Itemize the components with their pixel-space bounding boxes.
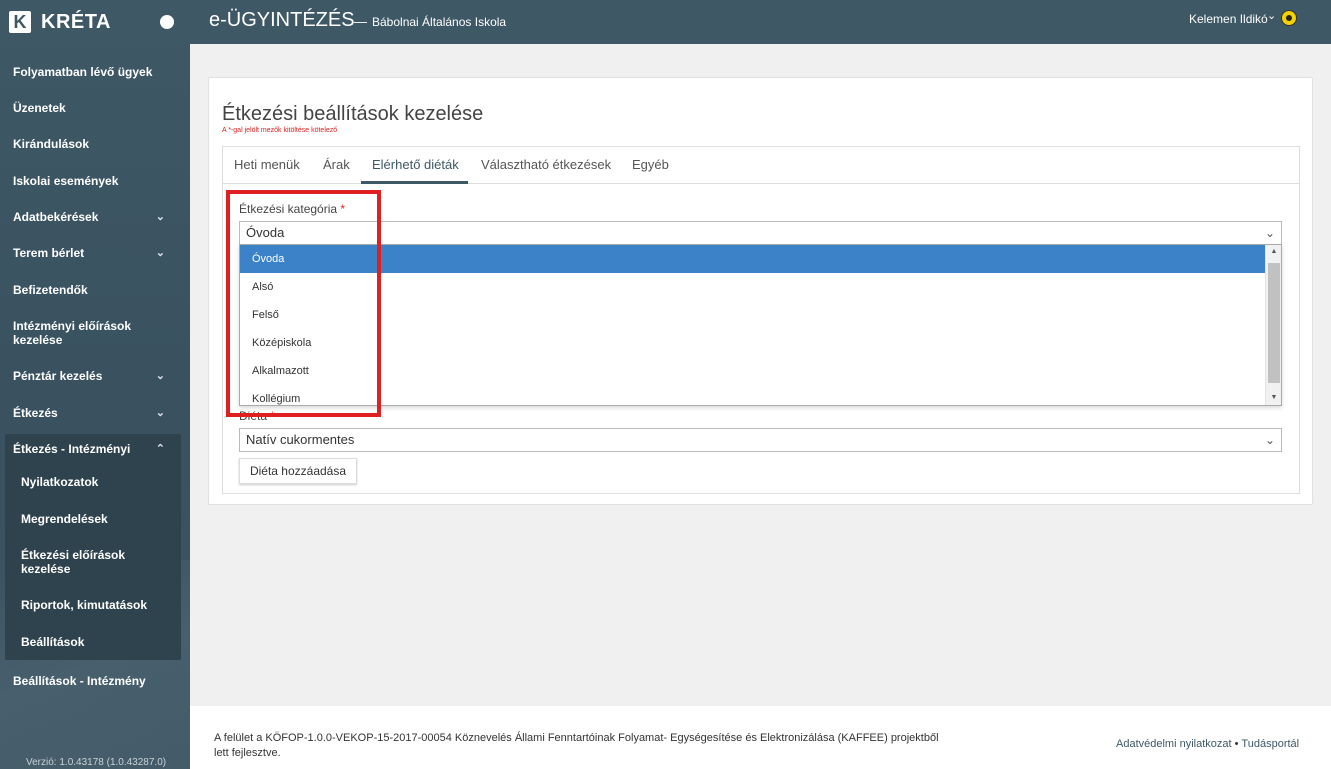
diet-select[interactable]: Natív cukormentes ⌄: [239, 428, 1282, 452]
scrollbar-thumb[interactable]: [1268, 263, 1280, 383]
sidebar-item-label: Pénztár kezelés: [13, 369, 103, 383]
chevron-down-icon: ⌄: [155, 407, 165, 419]
sidebar-item-iskolai-esemenyek[interactable]: Iskolai események: [13, 174, 173, 188]
diet-select-value: Natív cukormentes: [246, 432, 355, 447]
sidebar-item-befizetendok[interactable]: Befizetendők: [13, 283, 173, 297]
sidebar-item-beallitasok-intezmeny[interactable]: Beállítások - Intézmény: [13, 674, 173, 688]
sidebar-item-penztar-kezeles[interactable]: Pénztár kezelés ⌄: [13, 369, 173, 383]
scroll-up-icon[interactable]: ▲: [1266, 245, 1281, 259]
active-tab-indicator: [361, 181, 468, 184]
add-diet-button[interactable]: Diéta hozzáadása: [239, 458, 357, 484]
tabs-container: Heti menük Árak Elérhető diéták Választh…: [222, 146, 1300, 494]
dropdown-option-alkalmazott[interactable]: Alkalmazott: [240, 357, 1265, 385]
brand-name: KRÉTA: [41, 10, 111, 33]
dropdown-option-ovoda[interactable]: Óvoda: [240, 245, 1265, 273]
sidebar-submenu-etkezes-intezmenyi: [5, 434, 181, 660]
category-field-label: Étkezési kategória *: [239, 202, 346, 216]
page-title: Étkezési beállítások kezelése: [222, 103, 484, 125]
sidebar-toggle-icon[interactable]: [160, 15, 174, 29]
tab-heti-menuk[interactable]: Heti menük: [234, 157, 300, 172]
school-name: Bábolnai Általános Iskola: [372, 15, 507, 29]
sidebar-item-label: Étkezés: [13, 406, 58, 420]
accessibility-icon[interactable]: [1281, 10, 1297, 26]
top-header: e-ÜGYINTÉZÉS — Bábolnai Általános Iskola…: [190, 0, 1331, 44]
sidebar-item-label: Folyamatban lévő ügyek: [13, 65, 153, 79]
dropdown-option-also[interactable]: Alsó: [240, 273, 1265, 301]
sidebar-item-label: Befizetendők: [13, 283, 88, 297]
dropdown-scrollbar[interactable]: ▲ ▼: [1265, 245, 1281, 405]
footer: A felület a KÖFOP-1.0.0-VEKOP-15-2017-00…: [190, 706, 1331, 769]
sidebar-item-folyamatban[interactable]: Folyamatban lévő ügyek: [13, 65, 173, 79]
sidebar-item-label: Üzenetek: [13, 101, 66, 115]
sidebar-subitem-riportok[interactable]: Riportok, kimutatások: [21, 598, 171, 612]
sidebar-item-kirandulasok[interactable]: Kirándulások: [13, 137, 173, 151]
privacy-link[interactable]: Adatvédelmi nyilatkozat: [1116, 738, 1232, 750]
sidebar-subitem-etkezesi-eloirasok[interactable]: Étkezési előírások kezelése: [21, 548, 131, 576]
chevron-down-icon: ⌄: [155, 247, 165, 259]
sidebar-item-label: Terem bérlet: [13, 246, 85, 260]
footer-project-text: A felület a KÖFOP-1.0.0-VEKOP-15-2017-00…: [214, 732, 939, 759]
tab-bar: Heti menük Árak Elérhető diéták Választh…: [223, 147, 1299, 184]
footer-separator: •: [1234, 738, 1239, 750]
category-dropdown-list: Óvoda Alsó Felső Középiskola Alkalmazott…: [239, 244, 1282, 406]
chevron-down-icon[interactable]: ⌄: [1267, 9, 1276, 22]
dropdown-option-felso[interactable]: Felső: [240, 301, 1265, 329]
sidebar-subitem-megrendelesek[interactable]: Megrendelések: [21, 512, 171, 526]
sidebar-item-label: Beállítások - Intézmény: [13, 674, 146, 688]
chevron-up-icon: ⌃: [155, 443, 165, 455]
chevron-down-icon: ⌄: [1264, 433, 1275, 447]
sidebar-item-label: Étkezés - Intézményi: [13, 442, 131, 456]
category-select-value: Óvoda: [246, 225, 285, 240]
chevron-down-icon: ⌄: [155, 211, 165, 223]
knowledge-portal-link[interactable]: Tudásportál: [1241, 738, 1299, 750]
category-select[interactable]: Óvoda ⌄: [239, 221, 1282, 245]
version-label: Verzió: 1.0.43178 (1.0.43287.0): [26, 757, 167, 768]
tab-valaszthato-etkezesek[interactable]: Választható étkezések: [481, 157, 611, 172]
kreta-logo-icon: K: [9, 11, 31, 33]
footer-links: Adatvédelmi nyilatkozat • Tudásportál: [1116, 738, 1299, 750]
sidebar-item-label: Intézményi előírások kezelése: [13, 319, 132, 347]
sidebar-item-etkezes[interactable]: Étkezés ⌄: [13, 406, 173, 420]
required-fields-note: A *-gal jelölt mezők kitöltése kötelező: [222, 127, 338, 134]
sidebar-item-uzenetek[interactable]: Üzenetek: [13, 101, 173, 115]
sidebar-item-etkezes-intezmenyi[interactable]: Étkezés - Intézményi ⌃: [13, 442, 173, 456]
sidebar-item-label: Adatbekérések: [13, 210, 99, 224]
sidebar-item-label: Kirándulások: [13, 137, 90, 151]
app-title: e-ÜGYINTÉZÉS: [209, 9, 355, 31]
main-card: Étkezési beállítások kezelése A *-gal je…: [208, 77, 1313, 505]
sidebar-subitem-nyilatkozatok[interactable]: Nyilatkozatok: [21, 475, 171, 489]
sidebar-subitem-beallitasok[interactable]: Beállítások: [21, 635, 171, 649]
tab-arak[interactable]: Árak: [323, 157, 350, 172]
sidebar: K KRÉTA Folyamatban lévő ügyek Üzenetek …: [0, 0, 190, 769]
user-menu[interactable]: Kelemen Ildikó: [1189, 12, 1268, 26]
title-separator: —: [354, 14, 367, 29]
chevron-down-icon: ⌄: [1264, 226, 1275, 240]
brand[interactable]: K KRÉTA: [0, 0, 190, 44]
chevron-down-icon: ⌄: [155, 370, 165, 382]
scroll-down-icon[interactable]: ▼: [1266, 391, 1281, 405]
sidebar-item-terem-berlet[interactable]: Terem bérlet ⌄: [13, 246, 173, 260]
tab-egyeb[interactable]: Egyéb: [632, 157, 669, 172]
diet-field-label: Diéta *: [239, 409, 276, 423]
sidebar-item-label: Iskolai események: [13, 174, 119, 188]
sidebar-item-intezmenyi-eloirasok[interactable]: Intézményi előírások kezelése: [13, 319, 143, 347]
sidebar-item-adatbekeresek[interactable]: Adatbekérések ⌄: [13, 210, 173, 224]
tab-elerheto-dietak[interactable]: Elérhető diéták: [372, 157, 459, 172]
dropdown-option-kozepiskola[interactable]: Középiskola: [240, 329, 1265, 357]
dropdown-option-kollegium[interactable]: Kollégium: [240, 385, 1265, 405]
